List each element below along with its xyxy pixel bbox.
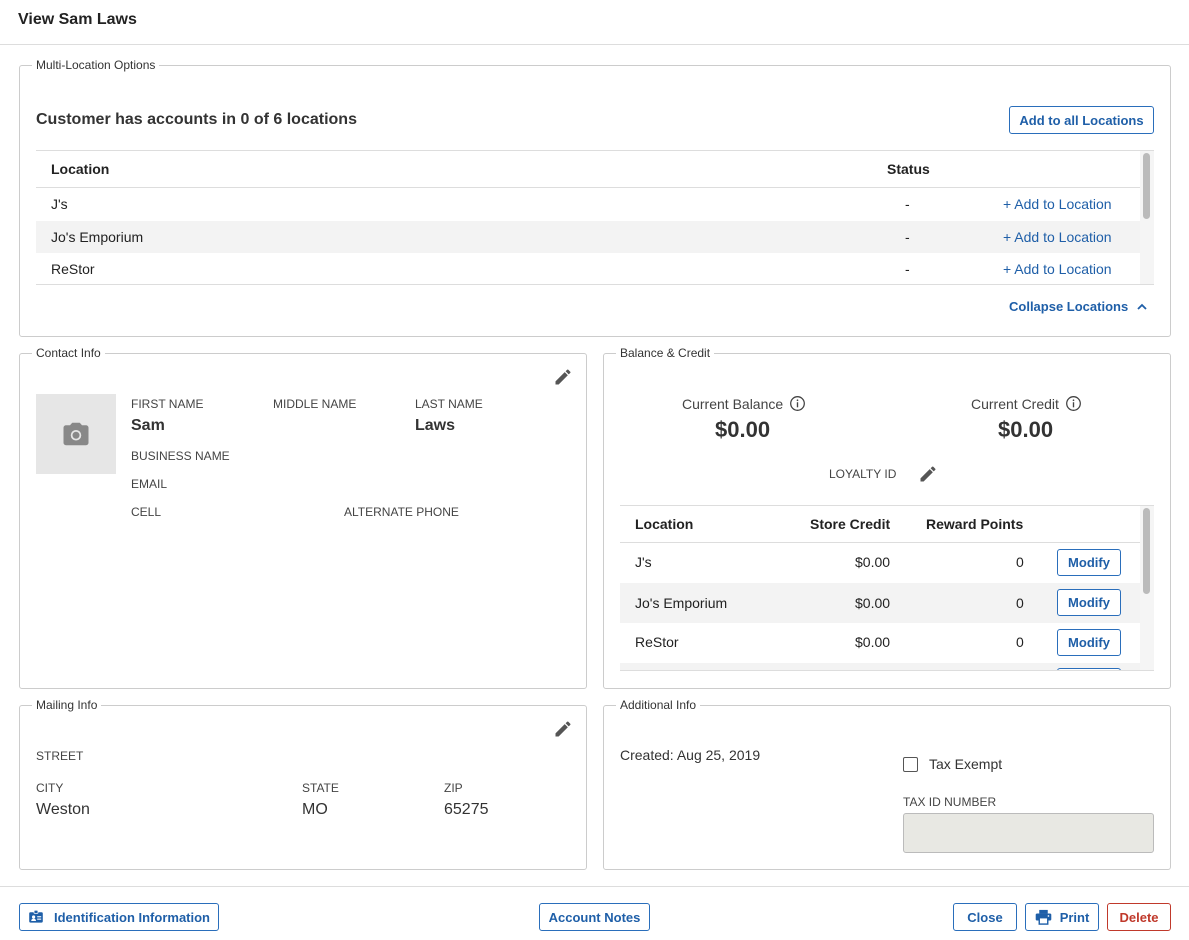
location-summary: Customer has accounts in 0 of 6 location… bbox=[36, 111, 357, 128]
row-location: ReStor bbox=[635, 634, 679, 650]
account-notes-button[interactable]: Account Notes bbox=[539, 903, 650, 931]
column-header-location: Location bbox=[635, 516, 694, 532]
table-row: ReStor - + Add to Location bbox=[36, 253, 1154, 284]
modify-button[interactable]: Modify bbox=[1057, 549, 1121, 576]
table-row: Jo's Emporium $0.00 0 Modify bbox=[620, 583, 1154, 623]
add-to-location-link[interactable]: + Add to Location bbox=[1003, 261, 1112, 277]
contact-info-legend: Contact Info bbox=[36, 346, 101, 360]
mailing-info-legend: Mailing Info bbox=[36, 698, 98, 712]
created-date: Created: Aug 25, 2019 bbox=[620, 747, 761, 763]
middle-name-label: MIDDLE NAME bbox=[273, 397, 357, 411]
print-label: Print bbox=[1059, 909, 1090, 925]
row-location: ReStor bbox=[51, 261, 95, 277]
row-store-credit: $0.00 bbox=[855, 554, 891, 570]
delete-button[interactable]: Delete bbox=[1107, 903, 1171, 931]
table-row: ReStor $0.00 0 Modify bbox=[620, 623, 1154, 663]
first-name-label: FIRST NAME bbox=[131, 397, 204, 411]
add-to-location-link[interactable]: + Add to Location bbox=[1003, 229, 1112, 245]
collapse-locations-button[interactable]: Collapse Locations bbox=[1009, 299, 1148, 314]
tax-id-label: TAX ID NUMBER bbox=[903, 795, 997, 809]
chevron-up-icon bbox=[1137, 303, 1147, 310]
cell-label: CELL bbox=[131, 505, 162, 519]
additional-info-legend: Additional Info bbox=[620, 698, 697, 712]
row-store-credit: $0.00 bbox=[855, 595, 891, 611]
column-header-location: Location bbox=[51, 161, 110, 177]
table-row: Jo's Emporium - + Add to Location bbox=[36, 221, 1154, 253]
add-to-location-link[interactable]: + Add to Location bbox=[1003, 196, 1112, 212]
locations-table-header: Location Status bbox=[36, 151, 1154, 188]
store-credit-table-header: Location Store Credit Reward Points bbox=[620, 506, 1154, 543]
info-icon[interactable] bbox=[789, 395, 806, 412]
column-header-reward-points: Reward Points bbox=[926, 516, 1024, 532]
close-button[interactable]: Close bbox=[953, 903, 1017, 931]
edit-mailing-pencil-icon[interactable] bbox=[553, 719, 573, 739]
zip-label: ZIP bbox=[444, 781, 463, 795]
store-credit-table: Location Store Credit Reward Points J's … bbox=[620, 505, 1154, 671]
current-credit-heading: Current Credit bbox=[971, 395, 1082, 412]
avatar[interactable] bbox=[36, 394, 116, 474]
current-credit-value: $0.00 bbox=[998, 417, 1054, 442]
info-icon[interactable] bbox=[1065, 395, 1082, 412]
modify-button-partial[interactable] bbox=[1057, 668, 1121, 670]
state-label: STATE bbox=[302, 781, 339, 795]
multi-location-legend: Multi-Location Options bbox=[36, 58, 156, 72]
store-credit-scroll-thumb[interactable] bbox=[1143, 508, 1150, 594]
loyalty-id-label: LOYALTY ID bbox=[829, 467, 897, 481]
row-location: Jo's Emporium bbox=[51, 229, 144, 245]
camera-icon bbox=[63, 422, 89, 446]
row-location: J's bbox=[51, 196, 68, 212]
alternate-phone-label: ALTERNATE PHONE bbox=[344, 505, 459, 519]
row-store-credit: $0.00 bbox=[855, 634, 891, 650]
row-status: - bbox=[905, 229, 910, 245]
table-row bbox=[620, 663, 1154, 670]
current-balance-label: Current Balance bbox=[682, 395, 784, 412]
city-value: Weston bbox=[36, 801, 90, 818]
state-value: MO bbox=[302, 801, 328, 818]
edit-contact-pencil-icon[interactable] bbox=[553, 367, 573, 387]
first-name-value: Sam bbox=[131, 417, 165, 434]
add-to-all-locations-button[interactable]: Add to all Locations bbox=[1009, 106, 1154, 134]
city-label: CITY bbox=[36, 781, 64, 795]
identification-information-button[interactable]: Identification Information bbox=[19, 903, 219, 931]
dialog-header: View Sam Laws bbox=[0, 0, 1189, 45]
tax-exempt-label: Tax Exempt bbox=[929, 756, 1003, 772]
tax-exempt-checkbox-row[interactable]: Tax Exempt bbox=[903, 756, 1002, 772]
zip-value: 65275 bbox=[444, 801, 489, 818]
store-credit-scrollbar[interactable] bbox=[1140, 506, 1154, 670]
current-balance-value: $0.00 bbox=[715, 417, 771, 442]
table-row: J's - + Add to Location bbox=[36, 188, 1154, 221]
row-reward-points: 0 bbox=[1016, 634, 1024, 650]
locations-scrollbar[interactable] bbox=[1140, 151, 1154, 284]
row-reward-points: 0 bbox=[1016, 595, 1024, 611]
balance-credit-legend: Balance & Credit bbox=[620, 346, 711, 360]
table-row: J's $0.00 0 Modify bbox=[620, 543, 1154, 583]
modify-button[interactable]: Modify bbox=[1057, 629, 1121, 656]
street-label: STREET bbox=[36, 749, 84, 763]
locations-table: Location Status J's - + Add to Location … bbox=[36, 150, 1154, 285]
modify-button[interactable]: Modify bbox=[1057, 589, 1121, 616]
page-title: View Sam Laws bbox=[18, 11, 137, 28]
collapse-locations-label: Collapse Locations bbox=[1009, 299, 1129, 314]
current-balance-heading: Current Balance bbox=[682, 395, 806, 412]
row-location: J's bbox=[635, 554, 652, 570]
row-status: - bbox=[905, 261, 910, 277]
id-card-icon bbox=[29, 909, 43, 923]
column-header-status: Status bbox=[887, 161, 930, 177]
current-credit-label: Current Credit bbox=[971, 395, 1059, 412]
business-name-label: BUSINESS NAME bbox=[131, 449, 230, 463]
locations-scroll-thumb[interactable] bbox=[1143, 153, 1150, 219]
last-name-value: Laws bbox=[415, 417, 456, 434]
print-button[interactable]: Print bbox=[1025, 903, 1099, 931]
tax-exempt-checkbox[interactable] bbox=[903, 756, 918, 772]
identification-information-label: Identification Information bbox=[54, 909, 210, 925]
row-status: - bbox=[905, 196, 910, 212]
printer-icon bbox=[1035, 909, 1051, 925]
last-name-label: LAST NAME bbox=[415, 397, 483, 411]
column-header-store-credit: Store Credit bbox=[810, 516, 891, 532]
email-label: EMAIL bbox=[131, 477, 168, 491]
row-location: Jo's Emporium bbox=[635, 595, 728, 611]
row-reward-points: 0 bbox=[1016, 554, 1024, 570]
edit-loyalty-pencil-icon[interactable] bbox=[918, 464, 938, 484]
tax-id-input[interactable] bbox=[903, 813, 1154, 853]
